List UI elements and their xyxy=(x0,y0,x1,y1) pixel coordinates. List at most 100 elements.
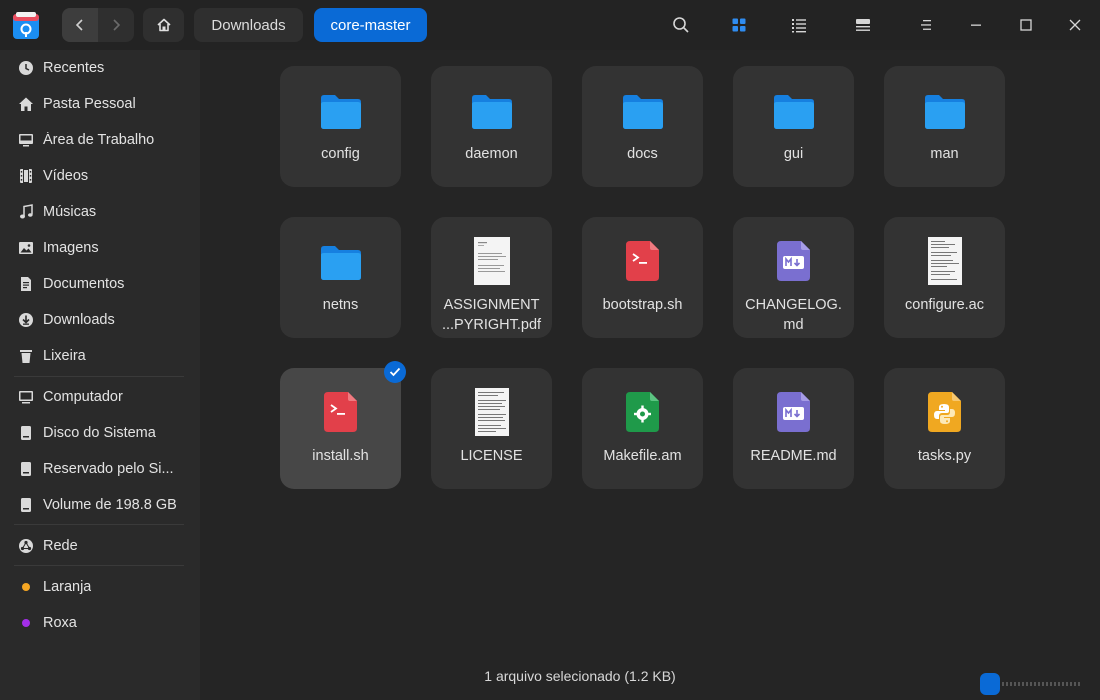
image-icon xyxy=(18,240,34,256)
file-item-docs[interactable]: docs xyxy=(582,66,703,187)
clock-icon xyxy=(18,60,34,76)
sidebar-item-label: Área de Trabalho xyxy=(43,132,155,148)
sidebar-item-disco-do-sistema[interactable]: Disco do Sistema xyxy=(0,416,200,450)
file-item-configure-ac[interactable]: configure.ac xyxy=(884,217,1005,338)
sidebar-item-lixeira[interactable]: Lixeira xyxy=(0,339,200,373)
file-name: bootstrap.sh xyxy=(602,297,683,313)
file-item-gui[interactable]: gui xyxy=(733,66,854,187)
sidebar-item-rede[interactable]: Rede xyxy=(0,529,200,563)
pdf-thumbnail-icon xyxy=(431,237,552,285)
file-name: configure.ac xyxy=(905,297,984,313)
file-name: gui xyxy=(783,146,804,162)
grid-view-button[interactable] xyxy=(727,13,751,37)
sidebar-item-label: Rede xyxy=(43,538,78,554)
network-icon xyxy=(18,538,34,554)
file-item-install-sh[interactable]: install.sh xyxy=(280,368,401,489)
file-item-man[interactable]: man xyxy=(884,66,1005,187)
sidebar-item-label: Imagens xyxy=(43,240,99,256)
file-item-tasks-py[interactable]: tasks.py xyxy=(884,368,1005,489)
disk-icon xyxy=(18,461,34,477)
file-name: CHANGELOG. md xyxy=(745,297,842,333)
list-view-icon xyxy=(792,19,806,33)
shell-script-icon xyxy=(280,392,401,432)
minimize-button[interactable] xyxy=(964,13,988,37)
file-item-assignment-copyright-pdf[interactable]: ASSIGNMENT ...PYRIGHT.pdf xyxy=(431,217,552,338)
sidebar-item-area-de-trabalho[interactable]: Área de Trabalho xyxy=(0,123,200,157)
sidebar-item-label: Disco do Sistema xyxy=(43,425,156,441)
file-item-config[interactable]: config xyxy=(280,66,401,187)
file-name: netns xyxy=(322,297,359,313)
sidebar-item-videos[interactable]: Vídeos xyxy=(0,159,200,193)
icon-size-slider-track[interactable] xyxy=(990,682,1082,686)
sidebar-item-downloads[interactable]: Downloads xyxy=(0,303,200,337)
folder-icon xyxy=(733,93,854,131)
sidebar-divider xyxy=(14,376,184,377)
sidebar-item-musicas[interactable]: Músicas xyxy=(0,195,200,229)
sidebar-item-recentes[interactable]: Recentes xyxy=(0,51,200,85)
markdown-icon xyxy=(733,241,854,281)
main-menu-button[interactable] xyxy=(914,13,938,37)
close-button[interactable] xyxy=(1063,13,1087,37)
sidebar-item-tag-roxa[interactable]: Roxa xyxy=(0,606,200,640)
computer-icon xyxy=(18,389,34,405)
sidebar-item-imagens[interactable]: Imagens xyxy=(0,231,200,265)
file-item-netns[interactable]: netns xyxy=(280,217,401,338)
sidebar-item-pasta-pessoal[interactable]: Pasta Pessoal xyxy=(0,87,200,121)
sidebar-item-label: Vídeos xyxy=(43,168,89,184)
minimize-icon xyxy=(971,24,981,26)
file-manager-app-icon xyxy=(12,10,40,40)
breadcrumb-downloads[interactable]: Downloads xyxy=(194,8,303,42)
menu-icon xyxy=(921,20,931,30)
selected-checkmark-icon xyxy=(384,361,406,383)
text-thumbnail-icon xyxy=(431,388,552,436)
sidebar-item-label: Volume de 198.8 GB xyxy=(43,497,177,513)
back-button[interactable] xyxy=(62,8,98,42)
icon-size-slider-handle[interactable] xyxy=(980,673,1000,695)
navigation-buttons xyxy=(62,8,134,42)
trash-icon xyxy=(18,348,34,364)
tree-view-icon xyxy=(856,19,870,31)
sidebar-item-label: Computador xyxy=(43,389,123,405)
tag-dot-icon xyxy=(18,615,34,631)
file-name: install.sh xyxy=(312,448,369,464)
disk-icon xyxy=(18,497,34,513)
file-item-daemon[interactable]: daemon xyxy=(431,66,552,187)
search-button[interactable] xyxy=(669,13,693,37)
file-item-license[interactable]: LICENSE xyxy=(431,368,552,489)
file-item-bootstrap-sh[interactable]: bootstrap.sh xyxy=(582,217,703,338)
breadcrumb-core-master[interactable]: core-master xyxy=(314,8,427,42)
sidebar-item-label: Downloads xyxy=(43,312,115,328)
file-name: Makefile.am xyxy=(603,448,682,464)
sidebar-item-tag-laranja[interactable]: Laranja xyxy=(0,570,200,604)
forward-button[interactable] xyxy=(98,8,134,42)
sidebar-item-reservado-pelo-sistema[interactable]: Reservado pelo Si... xyxy=(0,452,200,486)
document-icon xyxy=(18,276,34,292)
file-item-readme-md[interactable]: README.md xyxy=(733,368,854,489)
folder-icon xyxy=(431,93,552,131)
tree-view-button[interactable] xyxy=(851,13,875,37)
file-item-changelog-md[interactable]: CHANGELOG. md xyxy=(733,217,854,338)
sidebar-item-label: Lixeira xyxy=(43,348,86,364)
file-name: ASSIGNMENT ...PYRIGHT.pdf xyxy=(441,297,542,333)
folder-icon xyxy=(884,93,1005,131)
music-icon xyxy=(18,204,34,220)
sidebar-item-documentos[interactable]: Documentos xyxy=(0,267,200,301)
folder-icon xyxy=(280,93,401,131)
file-item-makefile-am[interactable]: Makefile.am xyxy=(582,368,703,489)
download-icon xyxy=(18,312,34,328)
list-view-button[interactable] xyxy=(787,13,811,37)
sidebar-item-volume[interactable]: Volume de 198.8 GB xyxy=(0,488,200,522)
sidebar-item-computador[interactable]: Computador xyxy=(0,380,200,414)
file-name: docs xyxy=(627,146,658,162)
home-button[interactable] xyxy=(143,8,184,42)
file-name: daemon xyxy=(465,146,518,162)
maximize-button[interactable] xyxy=(1014,13,1038,37)
sidebar-item-label: Reservado pelo Si... xyxy=(43,461,174,477)
makefile-gear-icon xyxy=(582,392,703,432)
grid-view-icon xyxy=(732,18,746,32)
sidebar-divider xyxy=(14,565,184,566)
file-name: man xyxy=(930,146,959,162)
status-text: 1 arquivo selecionado (1.2 KB) xyxy=(484,668,676,684)
maximize-icon xyxy=(1020,19,1032,31)
text-thumbnail-icon xyxy=(884,237,1005,285)
